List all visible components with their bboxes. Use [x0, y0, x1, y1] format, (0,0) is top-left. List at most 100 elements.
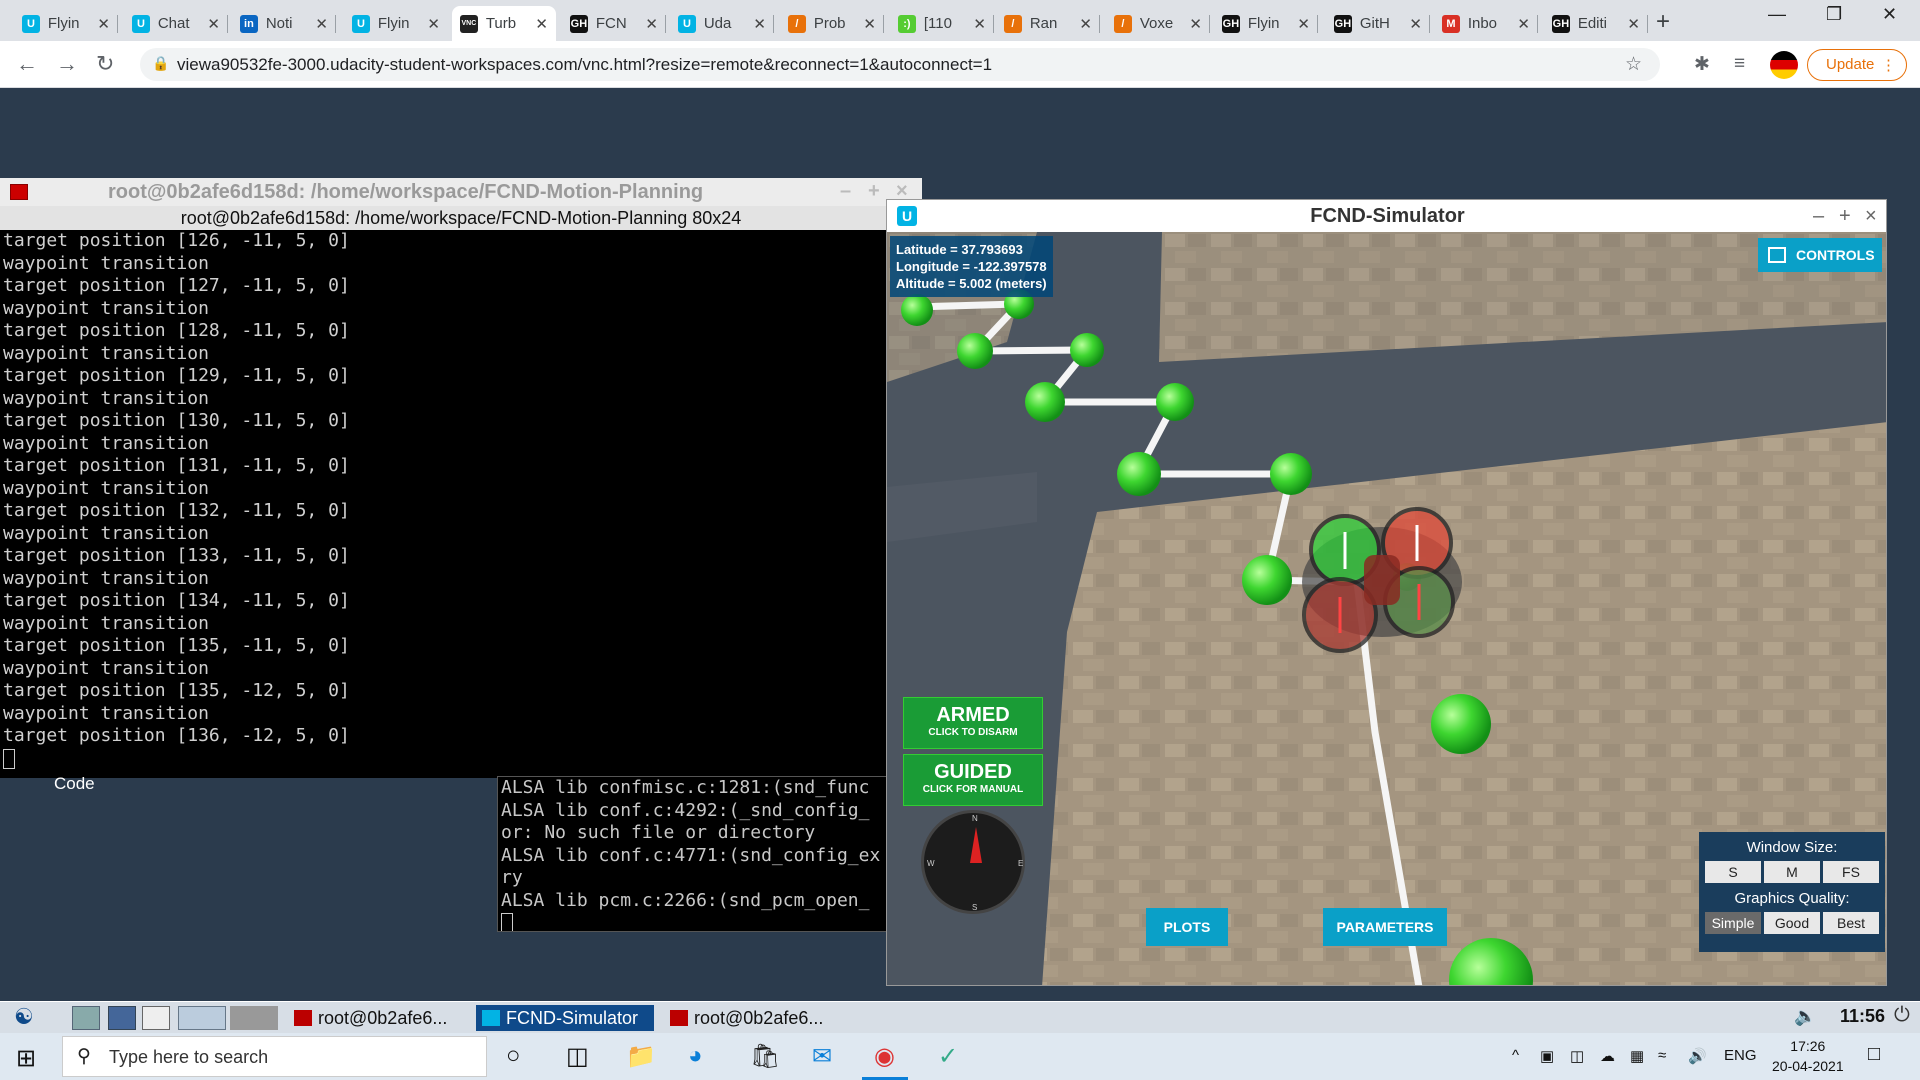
- update-button[interactable]: Update ⋮: [1807, 49, 1907, 81]
- browser-tab[interactable]: / Ran ✕: [996, 6, 1100, 41]
- tab-close-icon[interactable]: ✕: [427, 15, 440, 33]
- onedrive-icon[interactable]: ☁: [1600, 1047, 1615, 1065]
- tab-close-icon[interactable]: ✕: [753, 15, 766, 33]
- sim-close-icon[interactable]: ×: [1865, 200, 1877, 232]
- tab-close-icon[interactable]: ✕: [1409, 15, 1422, 33]
- simulator-scene[interactable]: Latitude = 37.793693 Longitude = -122.39…: [887, 232, 1886, 985]
- taskbar-item-terminal-2[interactable]: root@0b2afe6...: [664, 1005, 842, 1031]
- browser-tab[interactable]: VNC Turb ✕: [452, 6, 556, 41]
- minimize-window-button[interactable]: —: [1768, 4, 1786, 25]
- forward-icon[interactable]: →: [56, 51, 78, 77]
- browser-tab[interactable]: GH FCN ✕: [562, 6, 666, 41]
- secondary-terminal-output[interactable]: ALSA lib confmisc.c:1281:(snd_func ALSA l…: [497, 776, 889, 932]
- tab-close-icon[interactable]: ✕: [1627, 15, 1640, 33]
- tab-close-icon[interactable]: ✕: [1189, 15, 1202, 33]
- edge-icon[interactable]: ◕: [688, 1042, 703, 1070]
- controls-button[interactable]: CONTROLS: [1758, 238, 1882, 272]
- power-icon[interactable]: ⏻: [1894, 1004, 1910, 1027]
- mail-icon[interactable]: ✉: [812, 1042, 832, 1071]
- terminal-launcher-icon[interactable]: [142, 1006, 170, 1030]
- simulator-titlebar[interactable]: U FCND-Simulator – + ×: [887, 200, 1886, 232]
- cortana-icon[interactable]: ○: [506, 1042, 521, 1070]
- task-view-icon[interactable]: ◫: [566, 1042, 589, 1071]
- workspace-switcher[interactable]: [178, 1006, 226, 1030]
- restore-window-button[interactable]: ❐: [1826, 4, 1842, 25]
- speaker-icon[interactable]: 🔊: [1688, 1047, 1707, 1065]
- terminal-maximize-icon[interactable]: +: [868, 180, 880, 203]
- windows-start-icon[interactable]: ⊞: [16, 1044, 36, 1073]
- parameters-button[interactable]: PARAMETERS: [1323, 908, 1447, 946]
- tab-close-icon[interactable]: ✕: [863, 15, 876, 33]
- language-indicator[interactable]: ENG: [1724, 1047, 1757, 1064]
- workspace-2[interactable]: [230, 1006, 278, 1030]
- file-manager-icon[interactable]: [72, 1006, 100, 1030]
- file-explorer-icon[interactable]: 📁: [626, 1042, 656, 1071]
- close-window-button[interactable]: ✕: [1882, 4, 1897, 25]
- store-icon[interactable]: 🛍: [750, 1042, 780, 1071]
- taskbar-search[interactable]: ⚲ Type here to search: [62, 1036, 487, 1077]
- tab-close-icon[interactable]: ✕: [1517, 15, 1530, 33]
- extensions-icon[interactable]: ✱: [1694, 53, 1710, 76]
- graphics-best-button[interactable]: Best: [1823, 912, 1879, 934]
- tab-close-icon[interactable]: ✕: [535, 15, 548, 33]
- terminal-minimize-icon[interactable]: –: [840, 180, 851, 203]
- chrome-icon[interactable]: ◉: [874, 1042, 895, 1071]
- browser-tab[interactable]: / Voxe ✕: [1106, 6, 1210, 41]
- browser-tab[interactable]: U Chat ✕: [124, 6, 228, 41]
- taskbar-item-terminal-1[interactable]: root@0b2afe6...: [288, 1005, 466, 1031]
- browser-tab[interactable]: U Uda ✕: [670, 6, 774, 41]
- terminal-window[interactable]: root@0b2afe6d158d: /home/workspace/FCND-…: [0, 178, 922, 778]
- defender-icon[interactable]: ◫: [1570, 1047, 1584, 1065]
- tab-close-icon[interactable]: ✕: [315, 15, 328, 33]
- meet-now-icon[interactable]: ▣: [1540, 1047, 1554, 1065]
- browser-tab[interactable]: GH Flyin ✕: [1214, 6, 1318, 41]
- browser-tab[interactable]: U Flyin ✕: [344, 6, 448, 41]
- browser-tab[interactable]: / Prob ✕: [780, 6, 884, 41]
- code-desktop-label[interactable]: Code: [54, 774, 95, 794]
- guided-button[interactable]: GUIDED CLICK FOR MANUAL: [903, 754, 1043, 806]
- volume-icon[interactable]: 🔈: [1794, 1006, 1816, 1027]
- tab-close-icon[interactable]: ✕: [1079, 15, 1092, 33]
- remote-start-icon[interactable]: ☯: [14, 1004, 34, 1030]
- sim-maximize-icon[interactable]: +: [1839, 200, 1851, 232]
- terminal-output[interactable]: target position [126, -11, 5, 0] waypoint…: [0, 230, 922, 778]
- tab-close-icon[interactable]: ✕: [207, 15, 220, 33]
- profile-avatar[interactable]: [1770, 51, 1798, 79]
- graphics-good-button[interactable]: Good: [1764, 912, 1820, 934]
- tab-close-icon[interactable]: ✕: [97, 15, 110, 33]
- tab-close-icon[interactable]: ✕: [1297, 15, 1310, 33]
- battery-icon[interactable]: ▦: [1630, 1047, 1644, 1065]
- reload-icon[interactable]: ↻: [96, 51, 114, 77]
- reading-list-icon[interactable]: ≡: [1734, 53, 1745, 75]
- taskbar-item-simulator[interactable]: FCND-Simulator: [476, 1005, 654, 1031]
- back-icon[interactable]: ←: [16, 51, 38, 77]
- window-size-m-button[interactable]: M: [1764, 861, 1820, 883]
- armed-button[interactable]: ARMED CLICK TO DISARM: [903, 697, 1043, 749]
- graphics-simple-button[interactable]: Simple: [1705, 912, 1761, 934]
- plots-button[interactable]: PLOTS: [1146, 908, 1228, 946]
- browser-tab[interactable]: :) [110 ✕: [890, 6, 994, 41]
- app-icon[interactable]: ✓: [938, 1042, 958, 1071]
- browser-tab[interactable]: GH Editi ✕: [1544, 6, 1648, 41]
- bookmark-star-icon[interactable]: ☆: [1625, 53, 1642, 76]
- browser-tab[interactable]: in Noti ✕: [232, 6, 336, 41]
- browser-tab[interactable]: M Inbo ✕: [1434, 6, 1538, 41]
- notifications-icon[interactable]: □: [1868, 1043, 1880, 1066]
- settings-icon[interactable]: [108, 1006, 136, 1030]
- wifi-icon[interactable]: ≈: [1658, 1047, 1666, 1064]
- new-tab-button[interactable]: +: [1656, 8, 1670, 36]
- tab-close-icon[interactable]: ✕: [973, 15, 986, 33]
- tab-close-icon[interactable]: ✕: [645, 15, 658, 33]
- system-clock[interactable]: 17:26 20-04-2021: [1772, 1036, 1844, 1076]
- window-size-fs-button[interactable]: FS: [1823, 861, 1879, 883]
- browser-tab[interactable]: GH GitH ✕: [1326, 6, 1430, 41]
- window-size-s-button[interactable]: S: [1705, 861, 1761, 883]
- terminal-titlebar[interactable]: root@0b2afe6d158d: /home/workspace/FCND-…: [0, 178, 922, 206]
- simulator-window[interactable]: U FCND-Simulator – + × Latitude = 37.793…: [886, 199, 1887, 986]
- browser-tab[interactable]: U Flyin ✕: [14, 6, 118, 41]
- url-text[interactable]: viewa90532fe-3000.udacity-student-worksp…: [177, 55, 992, 75]
- show-hidden-icons[interactable]: ^: [1512, 1047, 1519, 1064]
- address-bar[interactable]: 🔒 viewa90532fe-3000.udacity-student-work…: [140, 48, 1660, 81]
- tab-favicon-icon: U: [352, 14, 370, 33]
- sim-minimize-icon[interactable]: –: [1813, 200, 1824, 232]
